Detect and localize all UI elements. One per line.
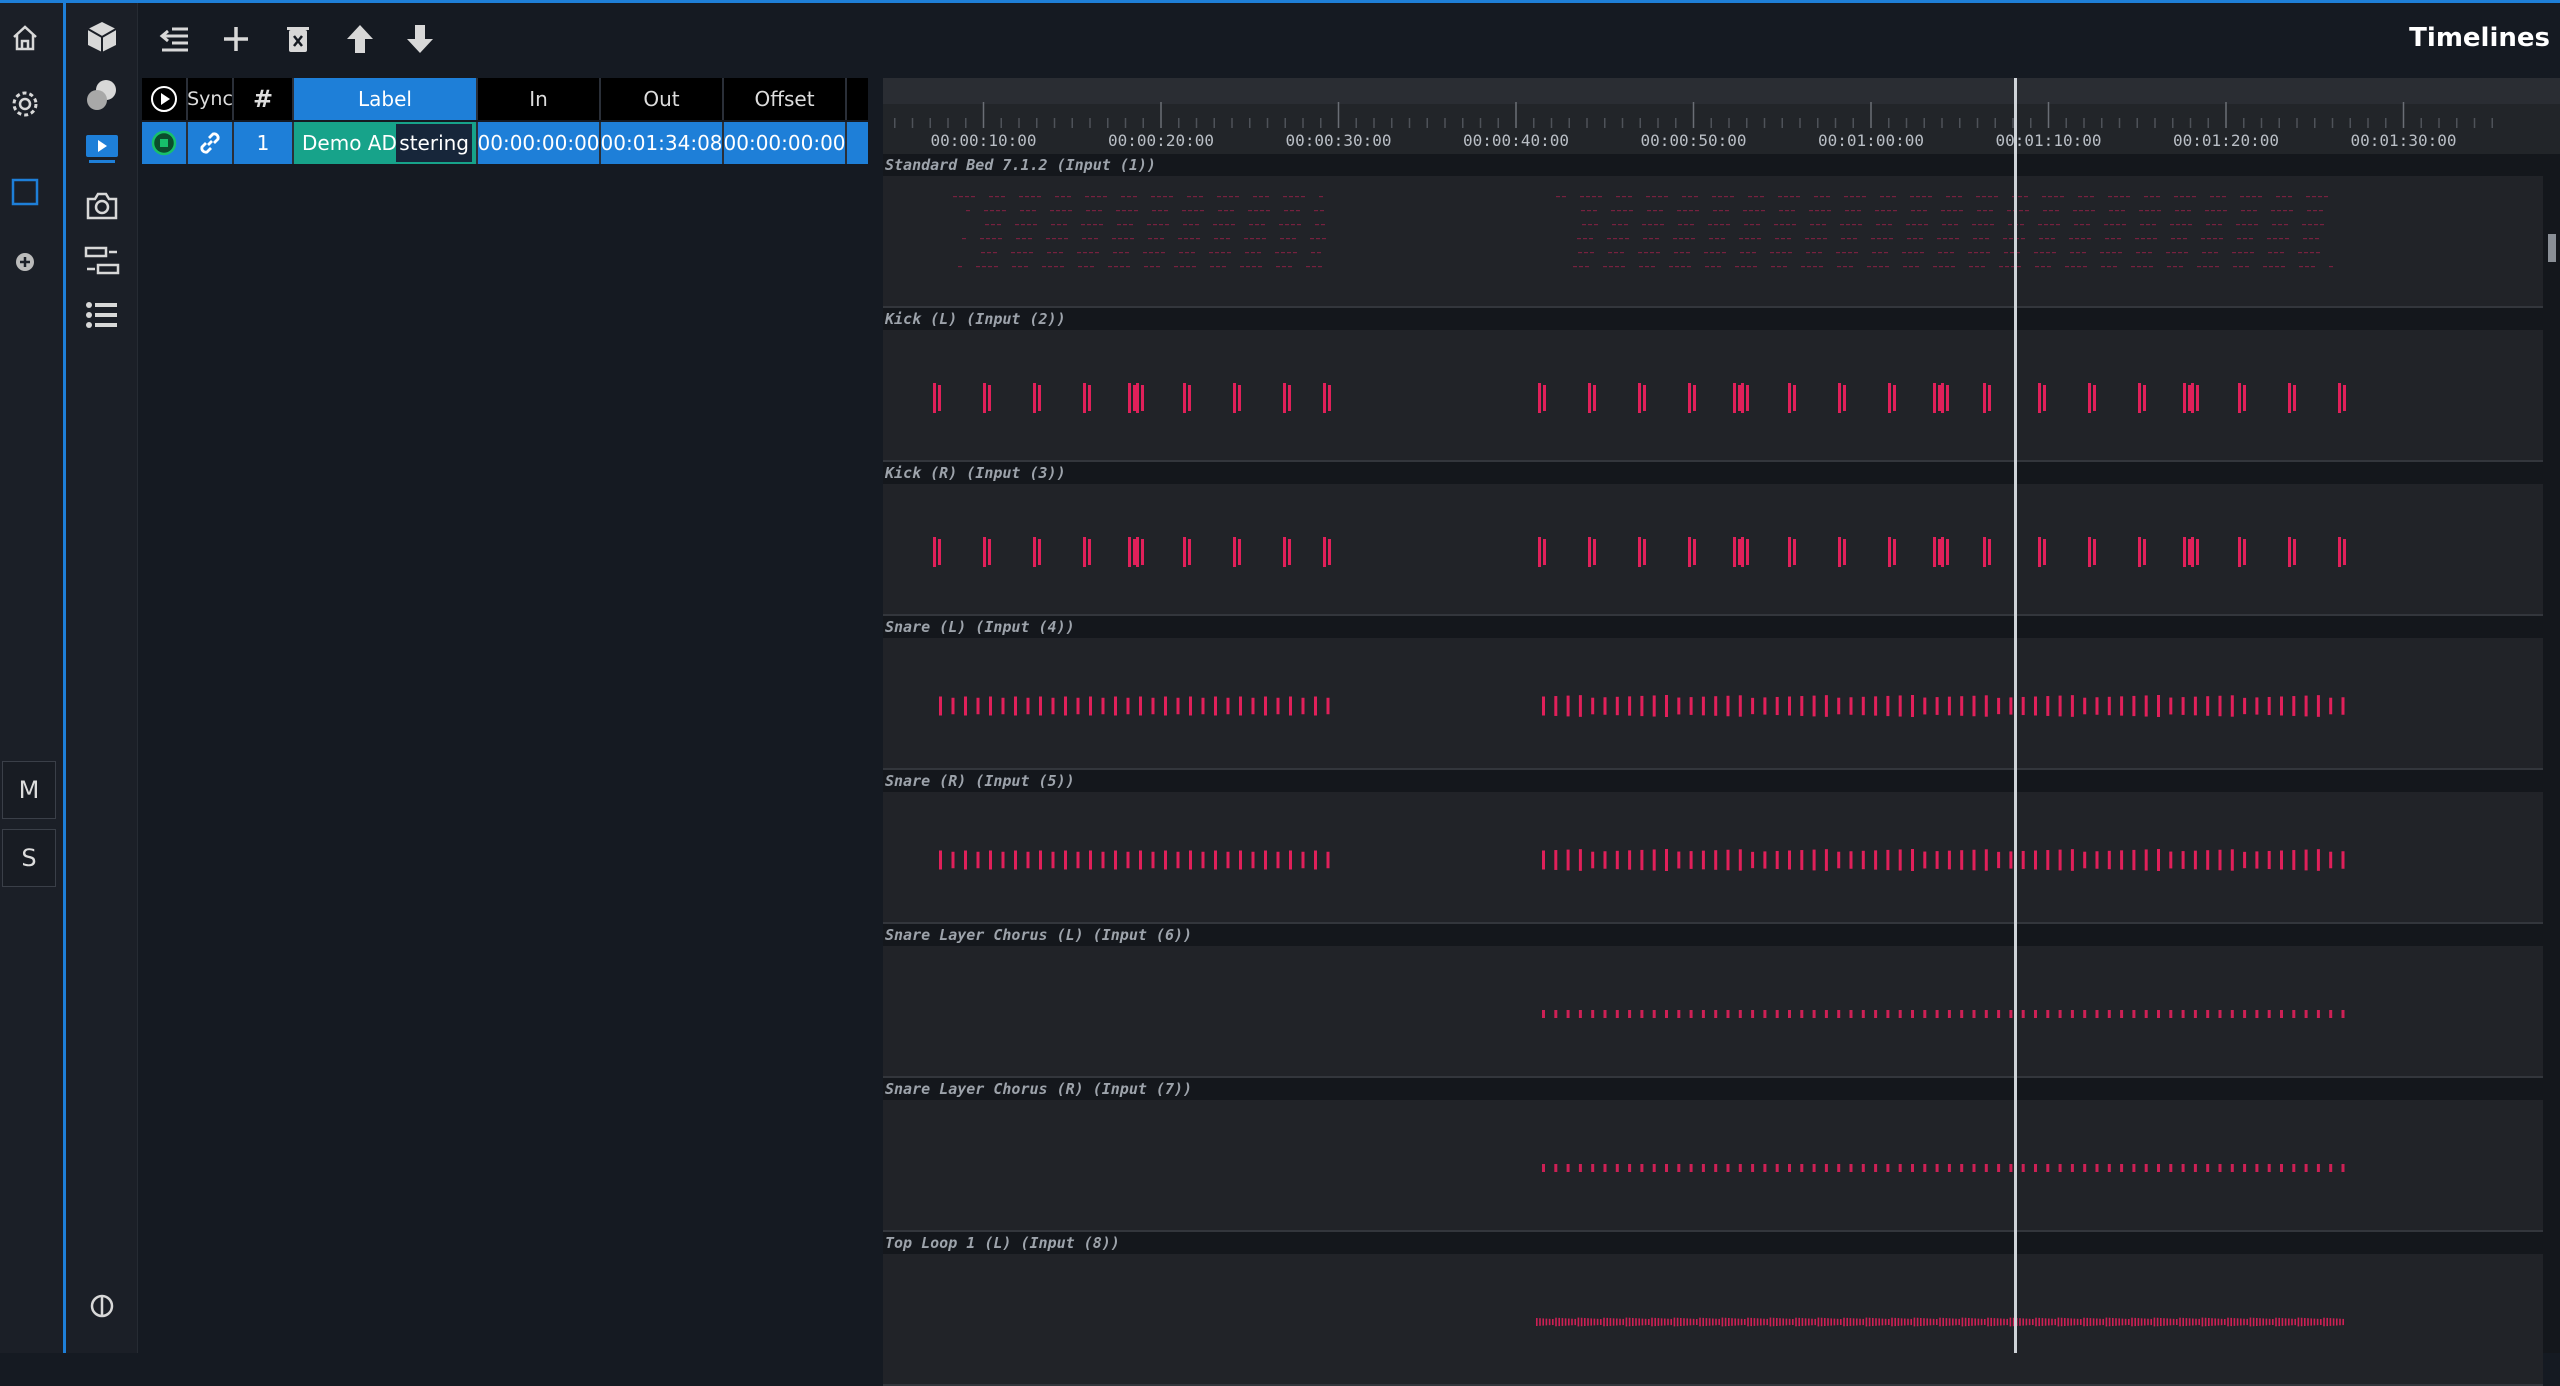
track-name: Top Loop 1 (L) (Input (8)) — [885, 1234, 1120, 1252]
routing-icon[interactable] — [82, 241, 122, 281]
camera-icon[interactable] — [82, 186, 122, 226]
timeline-panel[interactable]: 00:00:10:00 00:00:20:00 00:00:30:00 00:00:4… — [883, 78, 2560, 1386]
track-waveform — [939, 695, 2345, 717]
scrollbar-thumb[interactable] — [2548, 234, 2556, 262]
track-waveform — [1542, 1010, 2345, 1018]
index-column-header[interactable]: # — [234, 78, 294, 120]
track-name: Snare Layer Chorus (R) (Input (7)) — [885, 1080, 1193, 1098]
ruler-time-label: 00:00:20:00 — [1108, 131, 1214, 150]
row-in-time[interactable]: 00:00:00:00 — [478, 122, 601, 164]
track-name: Kick (R) (Input (3)) — [885, 464, 1066, 482]
track-lane[interactable] — [883, 638, 2543, 770]
layout-square-icon[interactable] — [8, 175, 42, 209]
more-columns-header[interactable] — [847, 78, 868, 120]
left-rail: M S — [0, 3, 66, 1353]
move-up-icon[interactable] — [338, 17, 382, 61]
sync-column-header[interactable]: Sync — [187, 78, 234, 120]
add-icon[interactable] — [214, 17, 258, 61]
home-icon[interactable] — [8, 21, 42, 55]
track-waveform — [953, 196, 2333, 268]
solo-button[interactable]: S — [2, 829, 56, 887]
secondary-rail — [66, 3, 138, 1353]
track-lane[interactable] — [883, 792, 2543, 924]
ruler-time-label: 00:00:40:00 — [1463, 131, 1569, 150]
row-label-field[interactable]: Demo AD... stering — [294, 122, 478, 164]
ruler-time-label: 00:01:10:00 — [1996, 131, 2102, 150]
list-icon[interactable] — [82, 295, 122, 335]
vertical-scrollbar[interactable] — [2546, 154, 2560, 1353]
playing-status-icon[interactable] — [142, 122, 188, 164]
in-column-header[interactable]: In — [478, 78, 601, 120]
mute-button[interactable]: M — [2, 761, 56, 819]
spheres-icon[interactable] — [82, 75, 122, 115]
track-lane[interactable] — [883, 484, 2543, 616]
track-lane[interactable] — [883, 946, 2543, 1078]
track-waveform — [1542, 1164, 2345, 1172]
ruler-time-label: 00:00:30:00 — [1286, 131, 1392, 150]
label-column-header[interactable]: Label — [294, 78, 478, 120]
page-title: Timelines — [2409, 23, 2550, 53]
table-header: Sync # Label In Out Offset — [142, 78, 868, 120]
ruler-time-label: 00:01:20:00 — [2173, 131, 2279, 150]
out-column-header[interactable]: Out — [601, 78, 724, 120]
ruler-time-label: 00:01:30:00 — [2351, 131, 2457, 150]
ruler-time-label: 00:01:00:00 — [1818, 131, 1924, 150]
row-index: 1 — [234, 122, 294, 164]
outdent-list-icon[interactable] — [154, 17, 198, 61]
track-waveform — [933, 383, 2346, 413]
row-label-tail: stering — [396, 124, 472, 162]
play-circle-icon — [151, 86, 177, 112]
gear-icon[interactable] — [8, 87, 42, 121]
add-circle-icon[interactable] — [8, 245, 42, 279]
time-ruler[interactable]: 00:00:10:00 00:00:20:00 00:00:30:00 00:00:4… — [883, 78, 2560, 154]
track-name: Snare (L) (Input (4)) — [885, 618, 1075, 636]
track-name: Kick (L) (Input (2)) — [885, 310, 1066, 328]
row-offset-time[interactable]: 00:00:00:00 — [724, 122, 847, 164]
cube-icon[interactable] — [82, 17, 122, 57]
ruler-time-label: 00:00:50:00 — [1641, 131, 1747, 150]
track-lane[interactable] — [883, 176, 2543, 308]
play-column-header[interactable] — [142, 78, 188, 120]
track-name: Snare Layer Chorus (L) (Input (6)) — [885, 926, 1193, 944]
move-down-icon[interactable] — [398, 17, 442, 61]
toolbar: Timelines — [138, 3, 2560, 73]
media-player-icon[interactable] — [82, 128, 122, 168]
track-waveform — [1536, 1317, 2344, 1327]
sync-link-icon[interactable] — [188, 122, 234, 164]
row-extra-cell — [847, 122, 868, 164]
track-name: Snare (R) (Input (5)) — [885, 772, 1075, 790]
track-waveform — [939, 849, 2345, 871]
timeline-list-table: Sync # Label In Out Offset 1 Demo AD... … — [142, 78, 868, 164]
track-lane[interactable] — [883, 1100, 2543, 1232]
tracks-area[interactable]: Standard Bed 7.1.2 (Input (1)) Kick (L) (… — [883, 154, 2545, 1386]
track-lane[interactable] — [883, 330, 2543, 462]
ruler-ticks: 00:00:10:00 00:00:20:00 00:00:30:00 00:00:4… — [894, 102, 2493, 150]
playhead[interactable] — [2014, 78, 2017, 1353]
delete-icon[interactable] — [276, 17, 320, 61]
track-lane[interactable] — [883, 1254, 2543, 1386]
track-name: Standard Bed 7.1.2 (Input (1)) — [885, 156, 1156, 174]
table-row[interactable]: 1 Demo AD... stering 00:00:00:00 00:01:3… — [142, 122, 868, 164]
row-out-time[interactable]: 00:01:34:08 — [601, 122, 724, 164]
offset-column-header[interactable]: Offset — [724, 78, 847, 120]
track-waveform — [933, 537, 2346, 567]
split-view-icon[interactable] — [82, 1286, 122, 1326]
ruler-time-label: 00:00:10:00 — [931, 131, 1037, 150]
